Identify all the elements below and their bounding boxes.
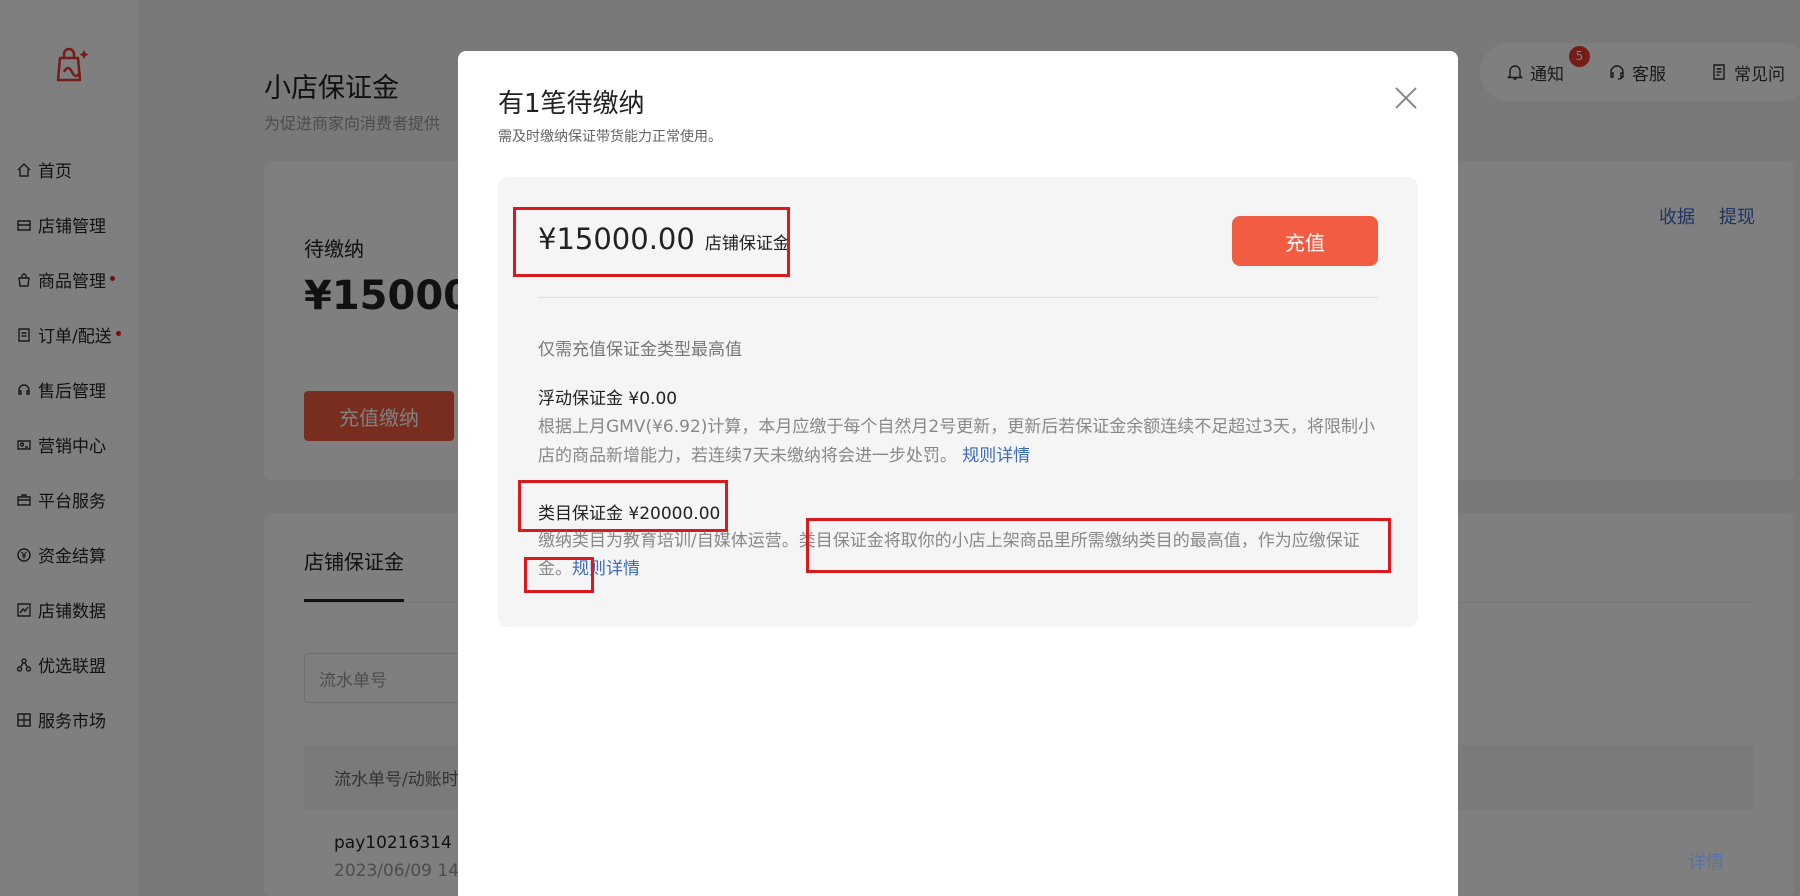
floating-deposit-title: 浮动保证金 ¥0.00 (538, 389, 678, 409)
recharge-button[interactable]: 充值 (1232, 216, 1378, 266)
row-detail-link[interactable]: 详情 (1688, 848, 1724, 874)
highlight-box-category-rule (806, 518, 1391, 573)
highlight-box-category-end (524, 557, 594, 593)
modal-title: 有1笔待缴纳 (498, 89, 645, 119)
deposit-detail-panel: ¥15000.00 店铺保证金 充值 仅需充值保证金类型最高值 浮动保证金 ¥0… (498, 177, 1418, 627)
max-value-hint: 仅需充值保证金类型最高值 (538, 340, 742, 360)
pending-payment-modal: 有1笔待缴纳 需及时缴纳保证带货能力正常使用。 ¥15000.00 店铺保证金 … (458, 51, 1458, 896)
highlight-box-category-title (518, 480, 728, 532)
modal-subtitle: 需及时缴纳保证带货能力正常使用。 (498, 129, 722, 145)
floating-deposit-text: 根据上月GMV(¥6.92)计算，本月应缴于每个自然月2号更新，更新后若保证金余… (538, 417, 1376, 466)
floating-rules-link[interactable]: 规则详情 (962, 446, 1030, 466)
floating-deposit-description: 根据上月GMV(¥6.92)计算，本月应缴于每个自然月2号更新，更新后若保证金余… (538, 413, 1388, 471)
close-icon[interactable] (1391, 83, 1421, 113)
highlight-box-amount (513, 207, 790, 277)
panel-divider (538, 297, 1378, 298)
